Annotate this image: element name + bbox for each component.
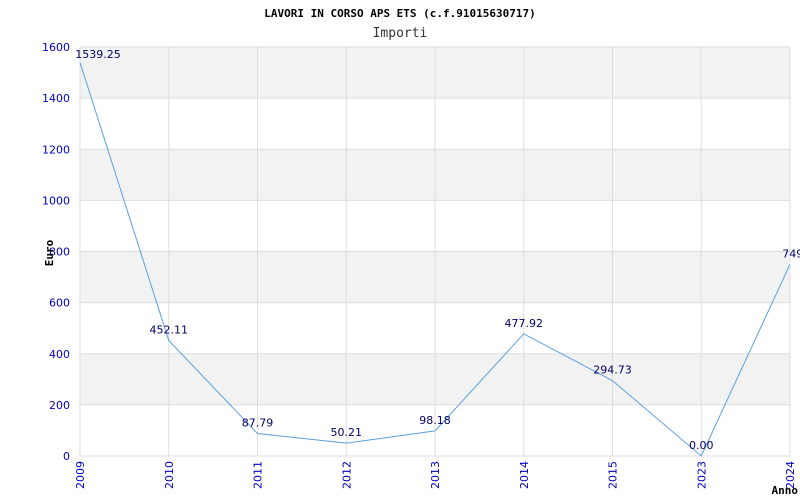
x-axis-ticks: 2009 2010 2011 2012 2013 2014 2015 2023 2024 <box>74 461 797 489</box>
x-tick-label: 2014 <box>518 461 531 489</box>
y-tick-label: 200 <box>49 399 70 412</box>
y-tick-label: 1200 <box>42 143 70 156</box>
data-label: 452.11 <box>150 323 189 336</box>
data-label: 0.00 <box>689 439 714 452</box>
data-label: 98.18 <box>419 414 451 427</box>
data-label: 50.21 <box>331 426 363 439</box>
x-tick-label: 2015 <box>607 461 620 489</box>
line-chart: LAVORI IN CORSO APS ETS (c.f.91015630717… <box>42 7 800 497</box>
y-tick-label: 600 <box>49 297 70 310</box>
data-label: 294.73 <box>593 364 632 377</box>
x-tick-label: 2010 <box>163 461 176 489</box>
data-label: 1539.25 <box>75 48 121 61</box>
x-tick-label: 2009 <box>74 461 87 489</box>
data-label: 87.79 <box>242 417 274 430</box>
x-tick-label: 2011 <box>252 461 265 489</box>
chart-subtitle: Importi <box>373 26 428 41</box>
x-axis-label: Anno <box>772 484 799 497</box>
chart-title: LAVORI IN CORSO APS ETS (c.f.91015630717… <box>264 7 536 20</box>
x-tick-label: 2023 <box>695 461 708 489</box>
y-tick-label: 1000 <box>42 194 70 207</box>
y-tick-label: 0 <box>63 450 70 463</box>
y-tick-label: 1600 <box>42 41 70 54</box>
y-tick-label: 1400 <box>42 92 70 105</box>
x-tick-label: 2012 <box>340 461 353 489</box>
x-tick-label: 2013 <box>429 461 442 489</box>
data-label: 477.92 <box>505 317 544 330</box>
y-axis-label: Euro <box>43 239 56 266</box>
y-tick-label: 400 <box>49 348 70 361</box>
data-label: 749.8 <box>782 247 800 260</box>
